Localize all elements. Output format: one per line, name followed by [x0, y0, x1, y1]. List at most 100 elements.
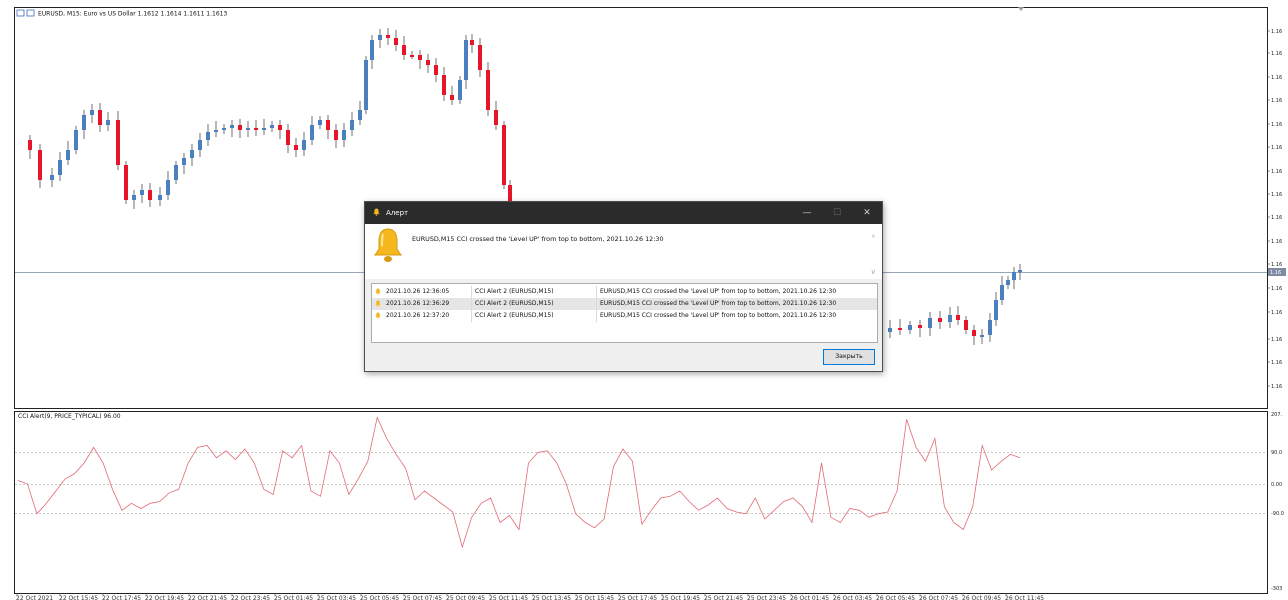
time-label: 22 Oct 19:45 — [145, 595, 184, 600]
candle-body — [426, 60, 430, 65]
candle-body — [370, 40, 374, 60]
candle-body — [222, 128, 226, 130]
candle-body — [918, 325, 922, 328]
candle-body — [166, 180, 170, 195]
candle-body — [262, 128, 266, 130]
alert-source: CCI Alert 2 (EURUSD,M15) — [475, 312, 554, 319]
price-label: 1.16 — [1271, 145, 1282, 151]
indicator-title: CCI Alert(9, PRICE_TYPICAL) 96.00 — [18, 413, 121, 420]
cci-axis-label: 90.0 — [1271, 450, 1282, 456]
candle-body — [358, 110, 362, 120]
candle-body — [318, 120, 322, 125]
candle-body — [190, 150, 194, 158]
list-item[interactable]: 2021.10.26 12:36:05 CCI Alert 2 (EURUSD,… — [372, 286, 877, 298]
price-label: 1.16 — [1271, 192, 1282, 198]
alert-dialog: Алерт — ☐ ✕ EURUSD,M15 CCI crossed the '… — [364, 201, 883, 372]
candle-body — [948, 315, 952, 322]
candle-body — [486, 70, 490, 110]
list-item[interactable]: 2021.10.26 12:36:29 CCI Alert 2 (EURUSD,… — [372, 298, 877, 310]
candle-body — [132, 195, 136, 200]
candle-body — [278, 125, 282, 130]
price-label: 1.16 — [1271, 360, 1282, 366]
candle-body — [502, 125, 506, 185]
candle-body — [238, 125, 242, 130]
candle-body — [246, 128, 250, 130]
candle-body — [198, 140, 202, 150]
chart-type-icon[interactable] — [26, 9, 35, 17]
time-label: 22 Oct 23:45 — [231, 595, 270, 600]
candle-body — [50, 175, 54, 180]
alert-text: EURUSD,M15 CCI crossed the 'Level UP' fr… — [600, 288, 837, 295]
time-label: 25 Oct 03:45 — [317, 595, 356, 600]
candle-body — [1006, 280, 1010, 285]
candle-body — [342, 130, 346, 140]
time-label: 25 Oct 01:45 — [274, 595, 313, 600]
candle-body — [182, 158, 186, 165]
candle-body — [1012, 272, 1016, 280]
candle-body — [106, 120, 110, 125]
alert-source: CCI Alert 2 (EURUSD,M15) — [475, 300, 554, 307]
candle-body — [928, 318, 932, 328]
alert-text: EURUSD,M15 CCI crossed the 'Level UP' fr… — [600, 312, 837, 319]
price-label: 1.16 — [1271, 262, 1282, 268]
candle-body — [38, 150, 42, 180]
time-label: 22 Oct 2021 — [16, 595, 53, 600]
chart-shift-marker[interactable] — [1018, 7, 1024, 11]
time-label: 25 Oct 11:45 — [489, 595, 528, 600]
candle-body — [286, 130, 290, 145]
alert-message-area: EURUSD,M15 CCI crossed the 'Level UP' fr… — [365, 224, 882, 279]
candle-body — [964, 320, 968, 330]
candle-body — [972, 330, 976, 336]
candle-body — [140, 190, 144, 195]
scroll-down-icon[interactable]: v — [872, 269, 876, 276]
candle-body — [302, 140, 306, 150]
candle-body — [270, 125, 274, 128]
time-label: 25 Oct 21:45 — [704, 595, 743, 600]
candle-body — [442, 75, 446, 95]
candle-body — [82, 115, 86, 130]
candle-body — [888, 328, 892, 332]
candle-body — [206, 132, 210, 140]
time-label: 26 Oct 05:45 — [876, 595, 915, 600]
chart-menu-icon[interactable] — [16, 9, 25, 17]
candle-body — [294, 145, 298, 150]
time-axis: 22 Oct 2021 22 Oct 15:45 22 Oct 17:45 22 Oc… — [16, 593, 1044, 600]
candle-body — [898, 328, 902, 330]
price-label: 1.16 — [1271, 384, 1282, 390]
candle-body — [980, 335, 984, 337]
close-window-button[interactable]: ✕ — [852, 208, 882, 218]
minimize-button[interactable]: — — [792, 208, 822, 218]
time-label: 26 Oct 09:45 — [962, 595, 1001, 600]
candle-body — [434, 65, 438, 75]
chart-header: EURUSD, M15: Euro vs US Dollar 1.1612 1.… — [16, 9, 227, 18]
candle-body — [908, 325, 912, 330]
candle-body — [350, 120, 354, 130]
price-label: 1.16 — [1271, 75, 1282, 81]
candle-body — [334, 130, 338, 140]
time-label: 25 Oct 09:45 — [446, 595, 485, 600]
candle-body — [386, 35, 390, 38]
candle-body — [1000, 285, 1004, 300]
cci-axis: 207. 90.0 0.00 -90.0 -303 — [1271, 412, 1284, 592]
candle-body — [158, 195, 162, 200]
candle-body — [310, 125, 314, 140]
candle-body — [994, 300, 998, 320]
candle-body — [66, 150, 70, 160]
time-label: 22 Oct 17:45 — [102, 595, 141, 600]
time-label: 26 Oct 01:45 — [790, 595, 829, 600]
cci-axis-label: 207. — [1271, 412, 1283, 418]
close-button[interactable]: Закрыть — [823, 349, 875, 365]
dialog-titlebar[interactable]: Алерт — ☐ ✕ — [365, 202, 882, 224]
scroll-up-icon[interactable]: ^ — [872, 235, 875, 242]
time-label: 26 Oct 11:45 — [1005, 595, 1044, 600]
candle-body — [394, 38, 398, 45]
candle-body — [98, 110, 102, 125]
price-axis: 1.16 1.16 1.16 1.16 1.16 1.16 1.16 1.16 1.16 1.16… — [1267, 29, 1282, 390]
alert-history-list[interactable]: 2021.10.26 12:36:05 CCI Alert 2 (EURUSD,… — [371, 283, 878, 343]
alert-time: 2021.10.26 12:36:29 — [386, 300, 450, 307]
time-label: 26 Oct 03:45 — [833, 595, 872, 600]
candle-body — [378, 35, 382, 40]
price-label: 1.16 — [1271, 310, 1282, 316]
list-item[interactable]: 2021.10.26 12:37:20 CCI Alert 2 (EURUSD,… — [372, 310, 877, 322]
price-label: 1.16 — [1271, 29, 1282, 35]
